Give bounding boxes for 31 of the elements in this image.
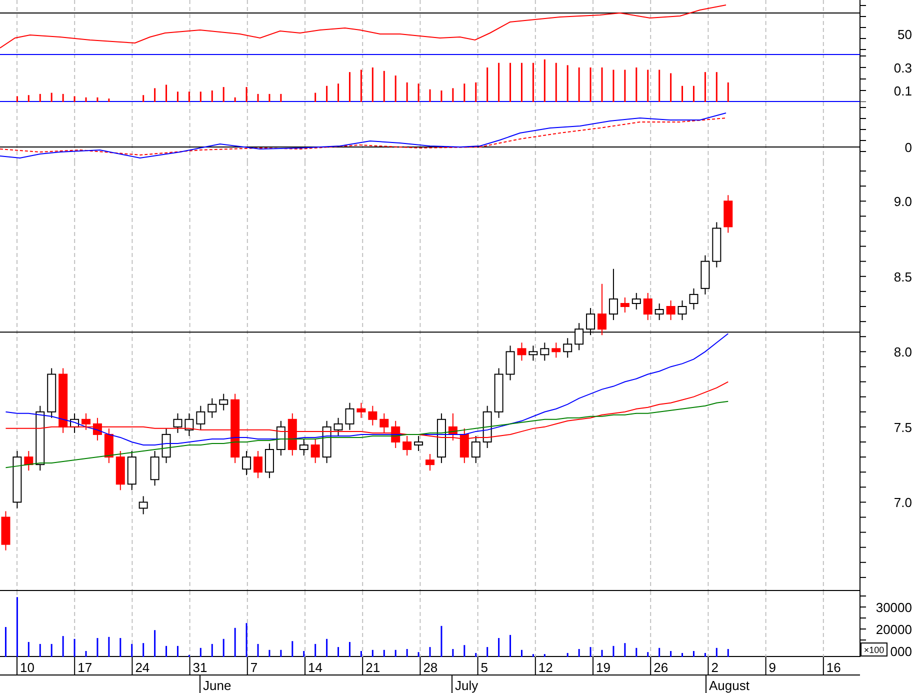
date-label: 16 bbox=[826, 660, 841, 675]
axis-label: 000 bbox=[890, 644, 912, 657]
axis-label: 7.5 bbox=[894, 420, 912, 435]
date-label: 17 bbox=[78, 660, 92, 675]
date-label: 26 bbox=[654, 660, 668, 675]
multiplier-badge: ×100 bbox=[860, 642, 888, 656]
date-label: 24 bbox=[135, 660, 150, 675]
date-label: 14 bbox=[308, 660, 322, 675]
axis-label: 0.3 bbox=[894, 60, 912, 76]
month-label: August bbox=[709, 678, 750, 693]
axis-label: 8.5 bbox=[894, 269, 912, 284]
date-label: 5 bbox=[480, 660, 488, 675]
axis-label: 9.0 bbox=[894, 194, 912, 210]
date-label: 2 bbox=[711, 660, 718, 675]
date-label: 31 bbox=[192, 660, 208, 675]
axis-label: 0 bbox=[904, 140, 912, 155]
month-label: June bbox=[203, 678, 232, 693]
axis-label: 20000 bbox=[876, 622, 912, 637]
axis-label: 50 bbox=[898, 27, 912, 42]
date-label: 21 bbox=[366, 660, 380, 675]
date-label: 12 bbox=[538, 660, 553, 675]
date-label: 19 bbox=[596, 660, 610, 675]
axis-label: 8.0 bbox=[894, 344, 912, 360]
month-label: July bbox=[455, 678, 478, 693]
date-label: 10 bbox=[20, 660, 34, 675]
axis-label: 7.0 bbox=[894, 495, 912, 510]
date-label: 9 bbox=[768, 660, 776, 675]
axis-label: 0.1 bbox=[894, 84, 912, 98]
date-label: 7 bbox=[250, 660, 258, 675]
axis-label: 30000 bbox=[876, 600, 912, 615]
date-label: 28 bbox=[423, 660, 438, 675]
